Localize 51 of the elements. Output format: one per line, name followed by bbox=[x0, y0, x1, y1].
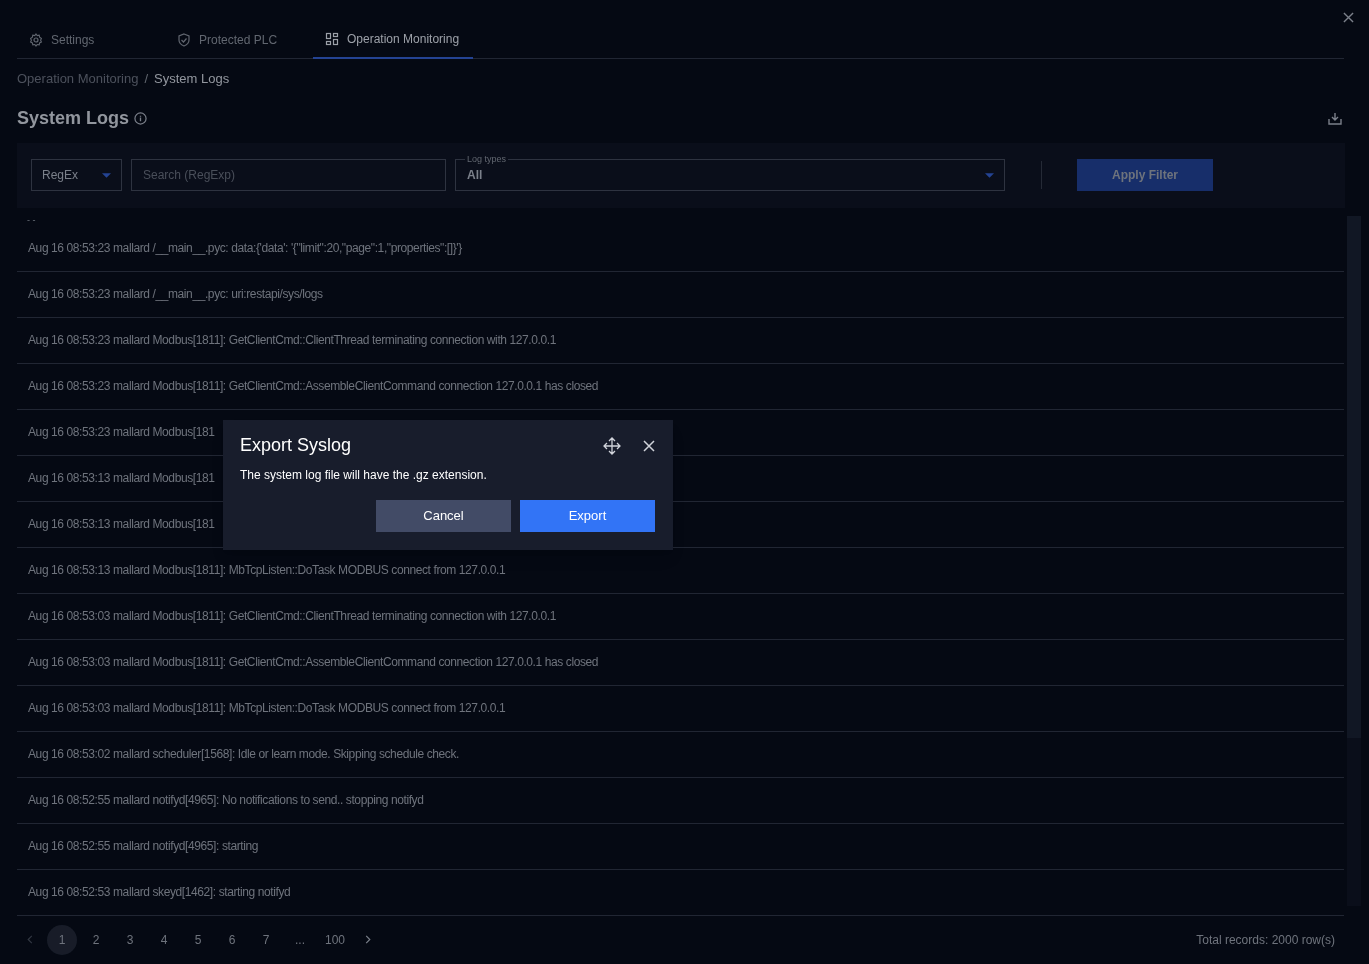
tab[interactable]: Protected PLC bbox=[165, 21, 309, 59]
page-button[interactable]: 1 bbox=[47, 924, 77, 955]
regex-dropdown[interactable]: RegEx bbox=[31, 159, 122, 191]
log-row-text: Aug 16 08:53:23 mallard Modbus[1811]: GetClientCmd::ClientThread terminating connection with 127.0.0.1 bbox=[28, 332, 556, 349]
log-row-text: - - bbox=[26, 215, 37, 225]
cancel-button[interactable]: Cancel bbox=[376, 500, 511, 532]
move-icon[interactable] bbox=[603, 436, 621, 455]
export-button[interactable]: Export bbox=[520, 500, 655, 532]
log-row-text: Aug 16 08:53:03 mallard Modbus[1811]: MbTcpListen::DoTask MODBUS connect from 127.0.0.1 bbox=[28, 700, 506, 717]
search-field[interactable]: Search (RegExp) bbox=[131, 159, 446, 191]
page-title: System Logs bbox=[17, 106, 130, 130]
page-button[interactable]: 4 bbox=[149, 924, 179, 955]
download-icon[interactable] bbox=[1328, 111, 1342, 125]
tab[interactable]: Settings bbox=[17, 21, 161, 59]
next-page-icon[interactable] bbox=[365, 935, 372, 944]
apply-filter-button[interactable]: Apply Filter bbox=[1077, 159, 1213, 191]
caret-icon bbox=[985, 172, 994, 178]
log-row-text: Aug 16 08:52:53 mallard skeyd[1462]: starting notifyd bbox=[28, 884, 291, 901]
total-records: Total records: 2000 row(s) bbox=[1196, 931, 1335, 949]
close-icon[interactable] bbox=[1343, 12, 1354, 23]
grid-icon bbox=[325, 32, 339, 46]
page-button[interactable]: 5 bbox=[183, 924, 213, 955]
log-row-text: Aug 16 08:53:03 mallard Modbus[1811]: GetClientCmd::ClientThread terminating connection with 127.0.0.1 bbox=[28, 608, 556, 625]
caret-icon bbox=[102, 172, 111, 178]
log-row-text: Aug 16 08:53:23 mallard Modbus[1811]: GetClientCmd::AssembleClientCommand connection 127.0.0.1 has closed bbox=[28, 378, 599, 395]
breadcrumb-separator: / bbox=[144, 70, 149, 88]
close-icon[interactable] bbox=[643, 439, 655, 452]
log-row-text: Aug 16 08:53:03 mallard Modbus[1811]: GetClientCmd::AssembleClientCommand connection 127.0.0.1 has closed bbox=[28, 654, 599, 671]
log-row-text: Aug 16 08:53:13 mallard Modbus[181 bbox=[28, 470, 215, 487]
log-row-text: Aug 16 08:53:23 mallard /__main__.pyc: data:{'data': '{"limit":20,"page":1,"properties":[]}'} bbox=[28, 239, 462, 257]
shield-icon bbox=[177, 32, 191, 47]
tab[interactable]: Operation Monitoring bbox=[313, 21, 473, 59]
page-button[interactable]: 100 bbox=[319, 924, 352, 955]
log-row-text: Aug 16 08:53:13 mallard Modbus[181 bbox=[28, 516, 215, 533]
breadcrumb-link[interactable]: System Logs bbox=[154, 69, 230, 89]
page-button[interactable]: 3 bbox=[115, 924, 145, 955]
page-button[interactable]: 6 bbox=[217, 924, 247, 955]
page-button[interactable]: 7 bbox=[251, 924, 281, 955]
page-button[interactable]: 2 bbox=[81, 924, 111, 955]
page-button[interactable]: ... bbox=[285, 924, 315, 955]
log-row-text: Aug 16 08:52:55 mallard notifyd[4965]: starting bbox=[28, 838, 259, 855]
log-row-text: Aug 16 08:53:13 mallard Modbus[1811]: MbTcpListen::DoTask MODBUS connect from 127.0.0.1 bbox=[28, 562, 506, 579]
dialog-title: Export Syslog bbox=[240, 434, 352, 457]
gear-icon bbox=[29, 32, 43, 47]
dialog-message: The system log file will have the .gz extension. bbox=[240, 467, 488, 484]
log-row-text: Aug 16 08:53:23 mallard Modbus[181 bbox=[28, 424, 215, 441]
log-row-text: Aug 16 08:52:55 mallard notifyd[4965]: No notifications to send.. stopping notifyd bbox=[28, 792, 424, 809]
log-row-text: Aug 16 08:53:02 mallard scheduler[1568]: Idle or learn mode. Skipping schedule check. bbox=[28, 746, 459, 763]
log-row-text: Aug 16 08:53:23 mallard /__main__.pyc: uri:restapi/sys/logs bbox=[28, 286, 323, 303]
info-icon[interactable] bbox=[134, 111, 148, 125]
breadcrumb-link[interactable]: Operation Monitoring bbox=[17, 69, 139, 89]
